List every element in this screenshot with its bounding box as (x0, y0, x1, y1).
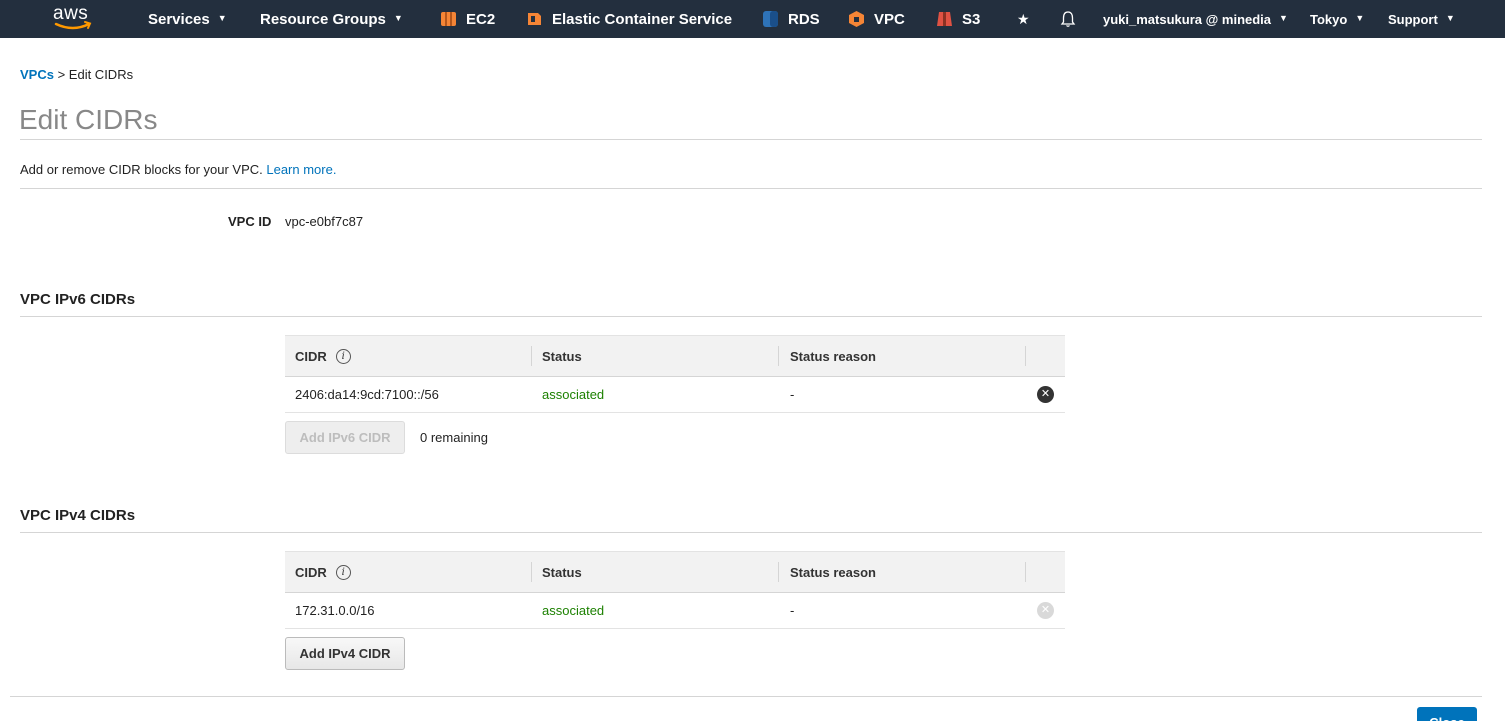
column-header-status: Status (542, 564, 582, 580)
divider (10, 696, 1482, 697)
learn-more-link[interactable]: Learn more. (266, 162, 336, 177)
shortcut-rds[interactable]: RDS (762, 0, 820, 38)
chevron-down-icon: ▼ (393, 13, 403, 23)
page-description: Add or remove CIDR blocks for your VPC. … (20, 162, 336, 177)
status-cell: associated (542, 603, 605, 618)
rds-icon (762, 10, 779, 28)
aws-logo[interactable]: aws (53, 3, 97, 33)
close-button[interactable]: Close (1417, 707, 1477, 721)
column-header-status: Status (542, 348, 582, 364)
vpc-id-value: vpc-e0bf7c87 (285, 214, 364, 229)
shortcut-s3[interactable]: S3 (936, 0, 980, 38)
chevron-down-icon: ▼ (1355, 13, 1365, 23)
pin-icon[interactable]: ★ (1017, 0, 1030, 38)
vpc-id-label: VPC ID (228, 214, 272, 229)
aws-smile-icon (54, 21, 92, 30)
status-cell: associated (542, 387, 605, 402)
bell-icon[interactable] (1060, 0, 1076, 38)
breadcrumb-separator: > (53, 67, 69, 82)
shortcut-vpc[interactable]: VPC (848, 0, 905, 38)
region-label: Tokyo (1310, 11, 1348, 27)
column-divider (531, 346, 532, 366)
chevron-down-icon: ▼ (1445, 13, 1455, 23)
top-navigation-bar: aws Services ▼ Resource Groups ▼ EC2 Ela… (0, 0, 1505, 38)
ipv4-section-title: VPC IPv4 CIDRs (20, 507, 136, 524)
support-label: Support (1388, 11, 1438, 27)
column-divider (1025, 346, 1026, 366)
column-header-status-reason: Status reason (790, 564, 876, 580)
ipv6-cidr-table: CIDR i Status Status reason 2406:da14:9c… (285, 335, 1065, 413)
column-divider (531, 562, 532, 582)
s3-icon (936, 10, 953, 28)
breadcrumb: VPCs > Edit CIDRs (20, 67, 133, 82)
shortcut-label: S3 (962, 10, 981, 28)
status-reason-cell: - (790, 603, 795, 618)
shortcut-label: RDS (788, 10, 820, 28)
description-text: Add or remove CIDR blocks for your VPC. (20, 162, 267, 177)
divider (20, 532, 1482, 533)
ec2-icon (440, 10, 457, 28)
status-reason-cell: - (790, 387, 795, 402)
services-label: Services (148, 10, 210, 28)
info-icon[interactable]: i (335, 348, 351, 364)
add-ipv6-cidr-button[interactable]: Add IPv6 CIDR (285, 421, 405, 454)
add-ipv4-cidr-button[interactable]: Add IPv4 CIDR (285, 637, 405, 670)
column-divider (1025, 562, 1026, 582)
column-divider (778, 346, 779, 366)
chevron-down-icon: ▼ (1279, 13, 1288, 23)
table-header: CIDR i Status Status reason (285, 335, 1065, 377)
resource-groups-menu[interactable]: Resource Groups ▼ (260, 0, 403, 38)
remove-cidr-icon[interactable]: ✕ (1037, 602, 1054, 619)
table-row: 2406:da14:9cd:7100::/56 associated - ✕ (285, 377, 1065, 413)
shortcut-label: VPC (874, 10, 905, 28)
ipv4-cidr-table: CIDR i Status Status reason 172.31.0.0/1… (285, 551, 1065, 629)
column-header-cidr: CIDR i (295, 336, 351, 376)
account-label: yuki_matsukura @ minedia (1103, 11, 1272, 27)
column-divider (778, 562, 779, 582)
support-menu[interactable]: Support ▼ (1388, 0, 1455, 38)
remove-cidr-icon[interactable]: ✕ (1037, 386, 1054, 403)
column-header-label: CIDR (295, 348, 327, 364)
shortcut-label: EC2 (466, 10, 496, 28)
region-menu[interactable]: Tokyo ▼ (1310, 0, 1364, 38)
ecs-icon (526, 10, 543, 28)
divider (20, 139, 1482, 140)
chevron-down-icon: ▼ (217, 13, 227, 23)
column-header-status-reason: Status reason (790, 348, 876, 364)
shortcut-label: Elastic Container Service (552, 10, 733, 28)
info-icon[interactable]: i (335, 564, 351, 580)
breadcrumb-current: Edit CIDRs (68, 67, 134, 82)
cidr-cell: 2406:da14:9cd:7100::/56 (295, 387, 439, 402)
column-header-label: CIDR (295, 564, 327, 580)
breadcrumb-vpcs-link[interactable]: VPCs (20, 67, 54, 82)
account-menu[interactable]: yuki_matsukura @ minedia ▼ (1103, 0, 1288, 38)
table-header: CIDR i Status Status reason (285, 551, 1065, 593)
shortcut-ec2[interactable]: EC2 (440, 0, 495, 38)
ipv6-remaining-count: 0 remaining (420, 430, 488, 445)
divider (20, 188, 1482, 189)
shortcut-ecs[interactable]: Elastic Container Service (526, 0, 732, 38)
page-title: Edit CIDRs (19, 104, 158, 135)
table-row: 172.31.0.0/16 associated - ✕ (285, 593, 1065, 629)
column-header-cidr: CIDR i (295, 552, 351, 592)
services-menu[interactable]: Services ▼ (148, 0, 227, 38)
divider (20, 316, 1482, 317)
vpc-icon (848, 10, 865, 28)
ipv6-section-title: VPC IPv6 CIDRs (20, 291, 136, 308)
resource-groups-label: Resource Groups (260, 10, 386, 28)
cidr-cell: 172.31.0.0/16 (295, 603, 375, 618)
